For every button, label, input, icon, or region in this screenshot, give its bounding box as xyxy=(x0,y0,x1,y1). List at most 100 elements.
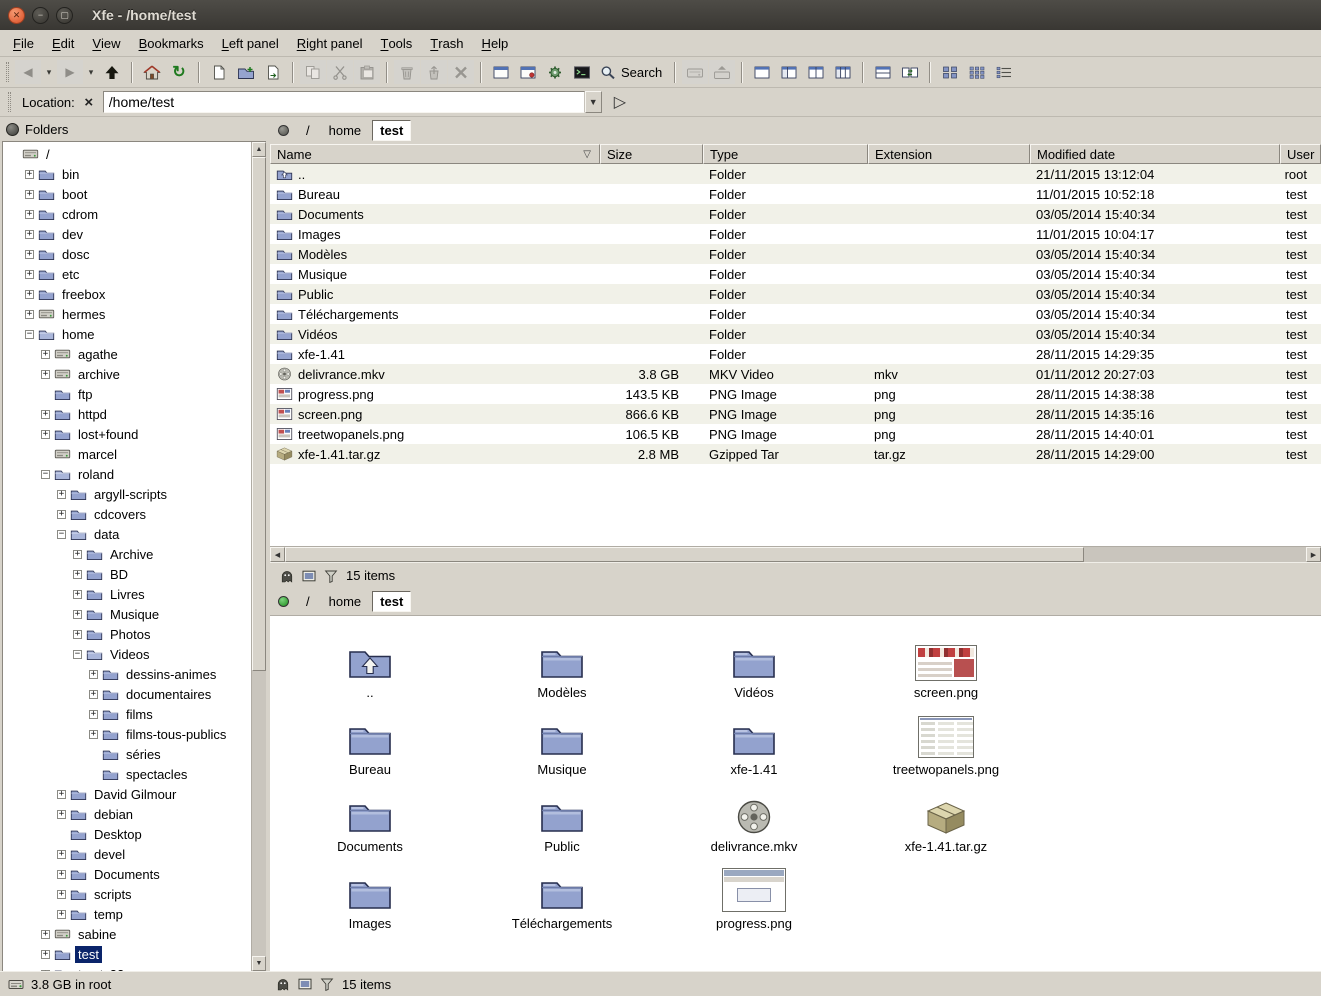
expand-icon[interactable]: + xyxy=(41,970,50,972)
refresh-button[interactable]: ↻ xyxy=(166,60,192,84)
tree-item-livres[interactable]: +Livres xyxy=(3,584,251,604)
expand-icon[interactable]: + xyxy=(25,270,34,279)
tree-item-dev[interactable]: +dev xyxy=(3,224,251,244)
icon-item-documents[interactable]: Documents xyxy=(274,780,466,857)
cut-button[interactable] xyxy=(327,60,353,84)
expand-icon[interactable]: + xyxy=(57,490,66,499)
tree-item-spectacles[interactable]: spectacles xyxy=(3,764,251,784)
collapse-icon[interactable]: − xyxy=(73,650,82,659)
column-header-type[interactable]: Type xyxy=(703,144,868,164)
expand-icon[interactable]: + xyxy=(73,550,82,559)
file-row-vid-os[interactable]: VidéosFolder03/05/2014 15:40:34test xyxy=(270,324,1321,344)
collapse-icon[interactable]: − xyxy=(25,330,34,339)
scroll-left-icon[interactable]: ◀ xyxy=(270,547,285,562)
tree-item-dessins-animes[interactable]: +dessins-animes xyxy=(3,664,251,684)
expand-icon[interactable]: + xyxy=(57,810,66,819)
expand-icon[interactable]: + xyxy=(25,310,34,319)
tree-item-debian[interactable]: +debian xyxy=(3,804,251,824)
two-panels-button[interactable] xyxy=(803,60,829,84)
expand-icon[interactable]: + xyxy=(41,930,50,939)
file-row-images[interactable]: ImagesFolder11/01/2015 10:04:17test xyxy=(270,224,1321,244)
column-header-user[interactable]: User xyxy=(1280,144,1321,164)
icon-item-xfe-1-41-tar-gz[interactable]: xfe-1.41.tar.gz xyxy=(850,780,1042,857)
scroll-up-icon[interactable]: ▲ xyxy=(252,142,266,157)
tree-item-david-gilmour[interactable]: +David Gilmour xyxy=(3,784,251,804)
unmount-button[interactable] xyxy=(709,60,735,84)
move-to-trash-button[interactable] xyxy=(394,60,420,84)
menu-left-panel[interactable]: Left panel xyxy=(213,30,288,56)
tree-item-sabine[interactable]: +sabine xyxy=(3,924,251,944)
expand-icon[interactable]: + xyxy=(25,190,34,199)
collapse-icon[interactable]: − xyxy=(57,530,66,539)
tree-item-archive[interactable]: +Archive xyxy=(3,544,251,564)
new-file-button[interactable] xyxy=(206,60,232,84)
tree-item-desktop[interactable]: Desktop xyxy=(3,824,251,844)
tree-item-scripts[interactable]: +scripts xyxy=(3,884,251,904)
scroll-thumb[interactable] xyxy=(252,157,266,671)
close-button[interactable]: ✕ xyxy=(8,7,25,24)
menu-view[interactable]: View xyxy=(83,30,129,56)
icon-item-progress-png[interactable]: progress.png xyxy=(658,857,850,934)
tree-item-roland[interactable]: −roland xyxy=(3,464,251,484)
menu-trash[interactable]: Trash xyxy=(421,30,472,56)
path-segment-home[interactable]: home xyxy=(321,120,370,141)
icon-item-public[interactable]: Public xyxy=(466,780,658,857)
tree-item-musique[interactable]: +Musique xyxy=(3,604,251,624)
back-history-button[interactable]: ▾ xyxy=(42,60,56,84)
execute-command-button[interactable] xyxy=(542,60,568,84)
icon-item-screen-png[interactable]: screen.png xyxy=(850,626,1042,703)
expand-icon[interactable]: + xyxy=(25,210,34,219)
expand-icon[interactable]: + xyxy=(25,250,34,259)
column-header-extension[interactable]: Extension xyxy=(868,144,1030,164)
tree-item-marcel[interactable]: marcel xyxy=(3,444,251,464)
go-up-button[interactable] xyxy=(99,60,125,84)
expand-icon[interactable]: + xyxy=(89,730,98,739)
location-input[interactable] xyxy=(103,91,585,113)
path-segment-home[interactable]: home xyxy=(321,591,370,612)
new-folder-button[interactable] xyxy=(233,60,259,84)
path-segment-test[interactable]: test xyxy=(372,120,411,141)
tree-item-documents[interactable]: +Documents xyxy=(3,864,251,884)
paste-button[interactable] xyxy=(354,60,380,84)
file-row-musique[interactable]: MusiqueFolder03/05/2014 15:40:34test xyxy=(270,264,1321,284)
file-list-horizontal-scrollbar[interactable]: ◀ ▶ xyxy=(270,546,1321,562)
tree-item-hermes[interactable]: +hermes xyxy=(3,304,251,324)
file-row-screen-png[interactable]: screen.png866.6 KBPNG Imagepng28/11/2015… xyxy=(270,404,1321,424)
tree-vertical-scrollbar[interactable]: ▲ ▼ xyxy=(251,142,266,971)
tree-item-bin[interactable]: +bin xyxy=(3,164,251,184)
file-row-treetwopanels-png[interactable]: treetwopanels.png106.5 KBPNG Imagepng28/… xyxy=(270,424,1321,444)
toolbar-grip[interactable] xyxy=(8,92,11,112)
column-header-name[interactable]: Name▽ xyxy=(270,144,600,164)
tree-item-archive[interactable]: +archive xyxy=(3,364,251,384)
one-panel-button[interactable] xyxy=(749,60,775,84)
path-segment-test[interactable]: test xyxy=(372,591,411,612)
tree-item-lost-found[interactable]: +lost+found xyxy=(3,424,251,444)
expand-icon[interactable]: + xyxy=(57,790,66,799)
mount-button[interactable] xyxy=(682,60,708,84)
scroll-thumb[interactable] xyxy=(285,547,1084,562)
expand-icon[interactable]: + xyxy=(89,710,98,719)
file-row-progress-png[interactable]: progress.png143.5 KBPNG Imagepng28/11/20… xyxy=(270,384,1321,404)
icon-item-mod-les[interactable]: Modèles xyxy=(466,626,658,703)
tree-item-photos[interactable]: +Photos xyxy=(3,624,251,644)
new-window-button[interactable] xyxy=(488,60,514,84)
expand-icon[interactable]: + xyxy=(57,870,66,879)
expand-icon[interactable]: + xyxy=(73,570,82,579)
tree-item-data[interactable]: −data xyxy=(3,524,251,544)
expand-icon[interactable]: + xyxy=(89,690,98,699)
tree-item-httpd[interactable]: +httpd xyxy=(3,404,251,424)
expand-icon[interactable]: + xyxy=(73,610,82,619)
tree-item-cdrom[interactable]: +cdrom xyxy=(3,204,251,224)
icon-item-up[interactable]: .. xyxy=(274,626,466,703)
file-row-public[interactable]: PublicFolder03/05/2014 15:40:34test xyxy=(270,284,1321,304)
maximize-button[interactable]: ▢ xyxy=(56,7,73,24)
scroll-track[interactable] xyxy=(252,671,266,956)
tree-item-films[interactable]: +films xyxy=(3,704,251,724)
file-row-t-l-chargements[interactable]: TéléchargementsFolder03/05/2014 15:40:34… xyxy=(270,304,1321,324)
scroll-track[interactable] xyxy=(1084,547,1306,562)
menu-tools[interactable]: Tools xyxy=(371,30,421,56)
tree-item-s-ries[interactable]: séries xyxy=(3,744,251,764)
file-row-xfe-1-41-tar-gz[interactable]: xfe-1.41.tar.gz2.8 MBGzipped Tartar.gz28… xyxy=(270,444,1321,464)
path-segment-root[interactable]: / xyxy=(298,120,318,141)
location-history-dropdown[interactable]: ▼ xyxy=(585,91,602,113)
